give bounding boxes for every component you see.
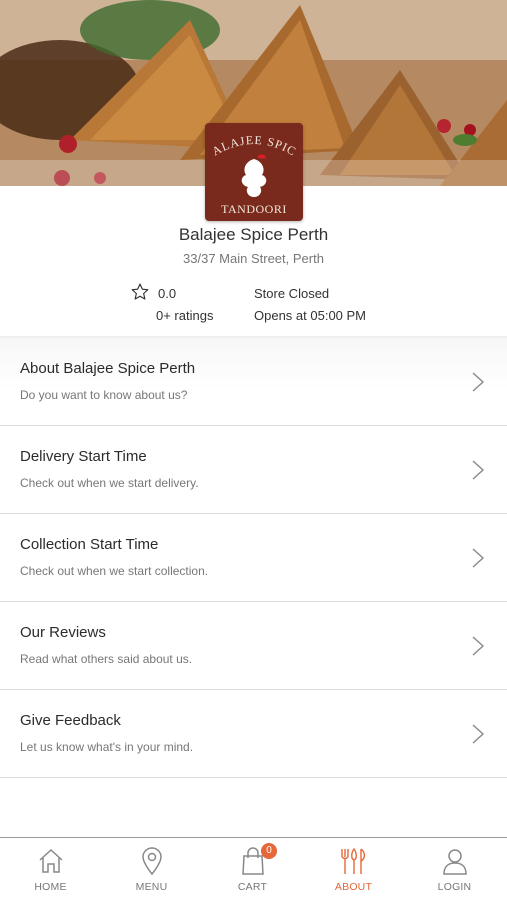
list-item-subtitle: Do you want to know about us? [20,388,188,402]
list-item-our-reviews[interactable]: Our Reviews Read what others said about … [0,602,507,690]
about-menu-list: About Balajee Spice Perth Do you want to… [0,338,507,778]
store-address: 33/37 Main Street, Perth [183,251,324,266]
list-item-collection-start-time[interactable]: Collection Start Time Check out when we … [0,514,507,602]
rating-count: 0+ ratings [156,308,214,323]
list-item-title: Give Feedback [20,712,121,729]
bottom-navigation: HOME MENU 0 CART ABOUT LOGIN [0,837,507,900]
star-icon [131,283,149,300]
logo-text-top: BALAJEE SPICE [205,123,298,159]
opening-time: Opens at 05:00 PM [254,308,367,323]
list-item-delivery-start-time[interactable]: Delivery Start Time Check out when we st… [0,426,507,514]
nav-home-label: HOME [34,881,67,893]
list-item-title: Our Reviews [20,624,106,641]
chevron-right-icon [472,548,485,568]
store-status: Store Closed [254,286,330,301]
nav-cart[interactable]: 0 CART [202,838,303,900]
list-item-title: Delivery Start Time [20,448,147,465]
list-item-subtitle: Read what others said about us. [20,652,193,666]
nav-menu-label: MENU [135,881,168,893]
nav-about-label: ABOUT [334,881,373,893]
fork-knife-icon [341,847,366,874]
cart-count-badge: 0 [261,843,277,859]
location-pin-icon [142,847,162,876]
restaurant-logo: BALAJEE SPICE TANDOORI [205,123,303,221]
nav-login[interactable]: LOGIN [404,838,505,900]
list-item-subtitle: Let us know what's in your mind. [20,740,194,754]
store-name: Balajee Spice Perth [178,225,329,244]
list-item-about[interactable]: About Balajee Spice Perth Do you want to… [0,338,507,426]
list-item-subtitle: Check out when we start collection. [20,564,209,578]
rating-value: 0.0 [158,286,177,301]
home-icon [39,848,63,873]
list-item-subtitle: Check out when we start delivery. [20,476,199,490]
list-item-title: Collection Start Time [20,536,159,553]
nav-cart-label: CART [237,881,268,893]
chevron-right-icon [472,460,485,480]
list-item-title: About Balajee Spice Perth [20,360,196,377]
chevron-right-icon [472,636,485,656]
svg-text:BALAJEE SPICE: BALAJEE SPICE [205,123,299,159]
logo-text-bottom: TANDOORI [221,202,287,216]
nav-login-label: LOGIN [437,881,472,893]
nav-home[interactable]: HOME [0,838,101,900]
nav-about[interactable]: ABOUT [303,838,404,900]
chevron-right-icon [472,724,485,744]
user-icon [443,849,467,875]
list-item-give-feedback[interactable]: Give Feedback Let us know what's in your… [0,690,507,778]
chevron-right-icon [472,372,485,392]
nav-menu[interactable]: MENU [101,838,202,900]
